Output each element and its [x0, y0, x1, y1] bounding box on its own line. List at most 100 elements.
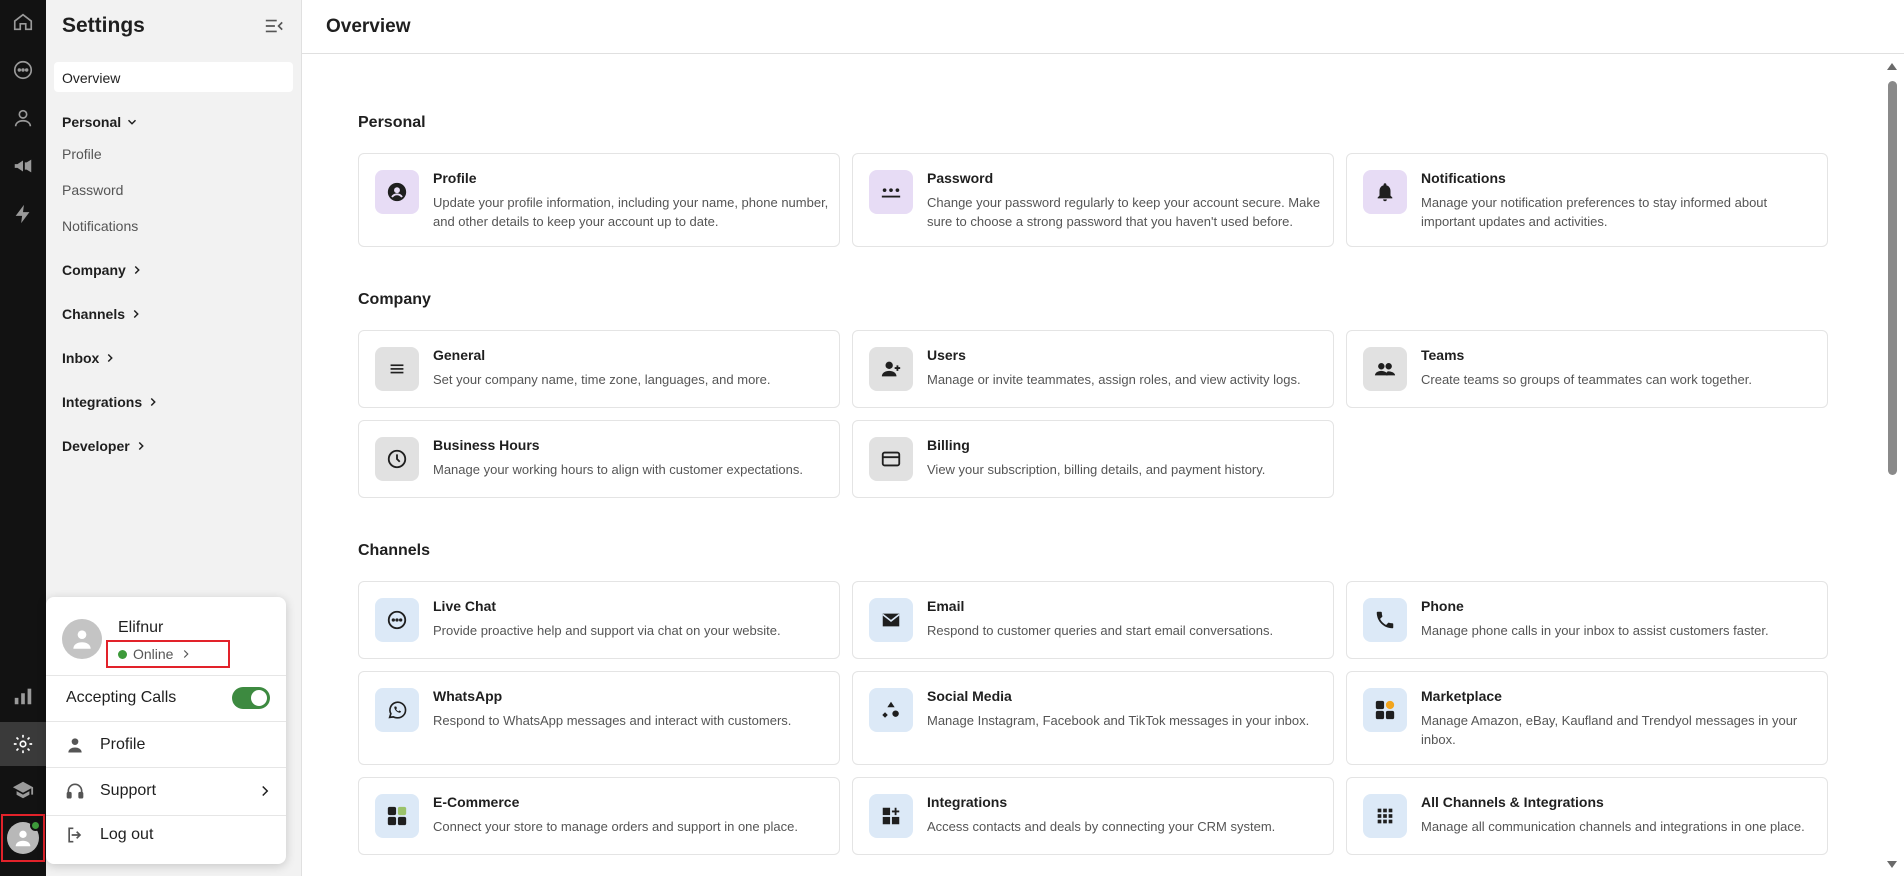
card-email[interactable]: Email Respond to customer queries and st… [852, 581, 1334, 659]
chevron-right-icon [134, 265, 140, 275]
sidebar-group-channels[interactable]: Channels [62, 306, 143, 322]
sidebar-group-company[interactable]: Company [62, 262, 144, 278]
content-scrollbar[interactable] [1882, 55, 1904, 876]
page-title: Overview [326, 16, 411, 37]
status-selector[interactable]: Online [106, 640, 230, 668]
online-status-dot [30, 820, 41, 831]
card-phone[interactable]: Phone Manage phone calls in your inbox t… [1346, 581, 1828, 659]
person-add-icon [869, 347, 913, 391]
marketplace-grid-icon [1363, 688, 1407, 732]
section-title-channels: Channels [358, 542, 431, 559]
card-whatsapp[interactable]: WhatsApp Respond to WhatsApp messages an… [358, 671, 840, 765]
card-marketplace[interactable]: Marketplace Manage Amazon, eBay, Kauflan… [1346, 671, 1828, 765]
card-title: Business Hours [433, 437, 540, 453]
card-users[interactable]: Users Manage or invite teammates, assign… [852, 330, 1334, 408]
card-description: Manage Amazon, eBay, Kaufland and Trendy… [1421, 713, 1798, 747]
sidebar-item-notifications[interactable]: Notifications [62, 218, 138, 234]
card-notifications[interactable]: Notifications Manage your notification p… [1346, 153, 1828, 247]
sidebar-group-label: Inbox [62, 350, 100, 366]
settings-gear-icon[interactable] [0, 722, 46, 766]
chevron-right-icon [138, 441, 144, 451]
avatar [7, 820, 41, 854]
card-title: Password [927, 170, 994, 186]
card-title: Social Media [927, 688, 1012, 704]
megaphone-icon[interactable] [9, 152, 37, 180]
chevron-right-icon [150, 397, 156, 407]
user-avatar-button[interactable] [1, 814, 45, 862]
user-menu-popup: Elifnur Online Accepting Calls Profile S… [46, 597, 286, 864]
chevron-right-icon [133, 309, 139, 319]
card-business-hours[interactable]: Business Hours Manage your working hours… [358, 420, 840, 498]
accepting-calls-toggle[interactable] [232, 687, 270, 709]
card-profile[interactable]: Profile Update your profile information,… [358, 153, 840, 247]
group-icon [1363, 347, 1407, 391]
card-description: Change your password regularly to keep y… [927, 195, 1321, 229]
icon-rail [0, 0, 46, 876]
menu-item-logout[interactable]: Log out [64, 823, 274, 847]
card-title: General [433, 347, 486, 363]
divider [46, 675, 286, 676]
apps-grid-icon [1363, 794, 1407, 838]
card-password[interactable]: Password Change your password regularly … [852, 153, 1334, 247]
contacts-icon[interactable] [9, 104, 37, 132]
card-description: Respond to WhatsApp messages and interac… [433, 713, 792, 728]
card-title: Marketplace [1421, 688, 1502, 704]
automation-bolt-icon[interactable] [9, 200, 37, 228]
scroll-thumb[interactable] [1888, 81, 1897, 475]
scroll-up-arrow[interactable] [1887, 63, 1897, 70]
headset-icon [64, 780, 86, 802]
card-description: Connect your store to manage orders and … [433, 819, 798, 834]
menu-item-profile[interactable]: Profile [64, 733, 274, 757]
conversations-icon[interactable] [9, 56, 37, 84]
sidebar-group-developer[interactable]: Developer [62, 438, 148, 454]
sidebar-group-personal[interactable]: Personal [62, 114, 139, 130]
menu-item-label: Profile [100, 736, 146, 753]
card-title: Phone [1421, 598, 1464, 614]
card-title: Integrations [927, 794, 1008, 810]
divider [46, 815, 286, 816]
card-description: Manage phone calls in your inbox to assi… [1421, 623, 1769, 638]
sidebar-group-inbox[interactable]: Inbox [62, 350, 117, 366]
card-description: View your subscription, billing details,… [927, 462, 1266, 477]
card-description: Respond to customer queries and start em… [927, 623, 1274, 638]
collapse-sidebar-icon[interactable] [263, 16, 285, 36]
card-title: Live Chat [433, 598, 497, 614]
card-title: Notifications [1421, 170, 1506, 186]
sidebar-group-integrations[interactable]: Integrations [62, 394, 160, 410]
card-teams[interactable]: Teams Create teams so groups of teammate… [1346, 330, 1828, 408]
card-title: All Channels & Integrations [1421, 794, 1604, 810]
chevron-right-icon [184, 650, 190, 658]
sidebar-item-profile[interactable]: Profile [62, 146, 102, 162]
scroll-down-arrow[interactable] [1887, 861, 1897, 868]
card-live-chat[interactable]: Live Chat Provide proactive help and sup… [358, 581, 840, 659]
card-social-media[interactable]: Social Media Manage Instagram, Facebook … [852, 671, 1334, 765]
card-description: Manage all communication channels and in… [1421, 819, 1805, 834]
reports-chart-icon[interactable] [9, 682, 37, 710]
accepting-calls-label: Accepting Calls [66, 689, 177, 706]
section-title-personal: Personal [358, 114, 426, 131]
card-integrations[interactable]: Integrations Access contacts and deals b… [852, 777, 1334, 855]
sidebar-group-label: Channels [62, 306, 126, 322]
toggle-knob [251, 690, 267, 706]
card-description: Create teams so groups of teammates can … [1421, 372, 1752, 387]
card-e-commerce[interactable]: E-Commerce Connect your store to manage … [358, 777, 840, 855]
sidebar-item-overview[interactable]: Overview [54, 62, 293, 92]
chevron-right-icon [262, 785, 269, 797]
shapes-icon [869, 688, 913, 732]
widgets-add-icon [869, 794, 913, 838]
card-description: Manage your notification preferences to … [1421, 195, 1768, 229]
sidebar-item-password[interactable]: Password [62, 182, 123, 198]
card-title: WhatsApp [433, 688, 503, 704]
card-description: Manage Instagram, Facebook and TikTok me… [927, 713, 1310, 728]
phone-icon [1363, 598, 1407, 642]
divider [46, 767, 286, 768]
card-description: Provide proactive help and support via c… [433, 623, 781, 638]
section-title-company: Company [358, 291, 431, 308]
card-all-channels-integrations[interactable]: All Channels & Integrations Manage all c… [1346, 777, 1828, 855]
academy-cap-icon[interactable] [9, 776, 37, 804]
menu-item-support[interactable]: Support [64, 779, 274, 803]
sidebar-group-label: Developer [62, 438, 130, 454]
card-billing[interactable]: Billing View your subscription, billing … [852, 420, 1334, 498]
home-icon[interactable] [9, 8, 37, 36]
card-general[interactable]: General Set your company name, time zone… [358, 330, 840, 408]
